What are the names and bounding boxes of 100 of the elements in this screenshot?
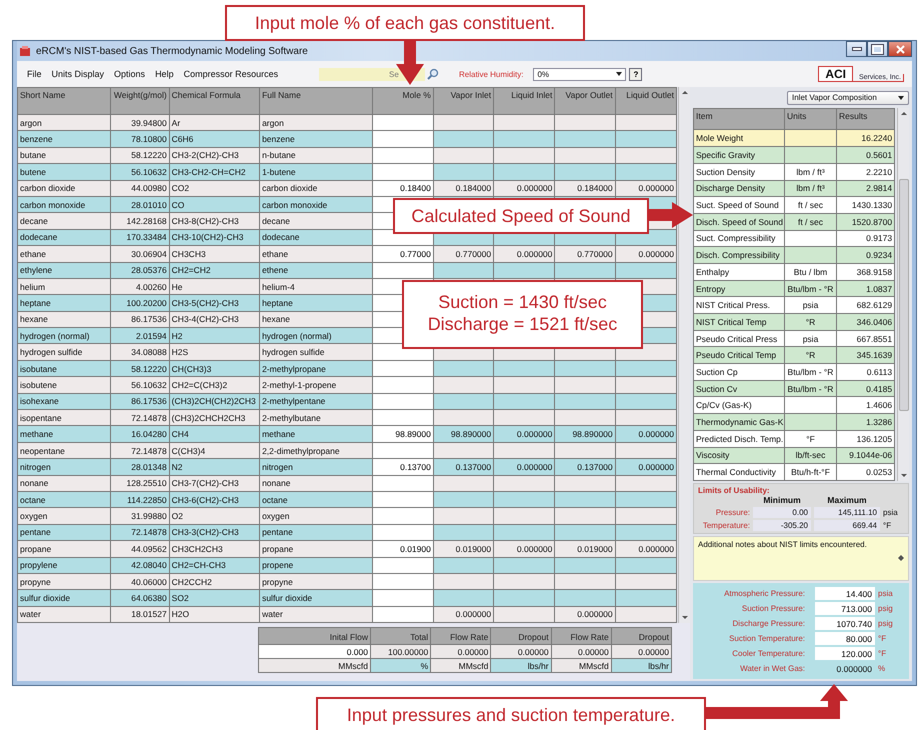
- table-cell: 2-methylbutane: [260, 410, 372, 426]
- table-cell: heptane: [18, 294, 111, 312]
- value-input[interactable]: 80.000: [815, 632, 875, 645]
- table-cell: 0.000000: [615, 180, 676, 196]
- humidity-dropdown[interactable]: 0%: [533, 68, 626, 80]
- table-cell: 2-methyl-1-propene: [260, 376, 372, 394]
- value-input[interactable]: 713.000: [815, 602, 875, 615]
- column-header[interactable]: Full Name: [260, 88, 372, 114]
- table-cell: MMscfd: [551, 658, 612, 672]
- table-cell: 0.000000: [494, 540, 555, 558]
- help-button[interactable]: ?: [629, 68, 642, 80]
- close-icon[interactable]: [896, 44, 904, 54]
- table-cell: 42.08040: [110, 557, 170, 574]
- table-cell: C6H6: [169, 130, 260, 148]
- field-label: Discharge Pressure:: [732, 619, 806, 628]
- notes-area[interactable]: Additional notes about NIST limits encountered.: [693, 536, 909, 581]
- table-cell: 0.5601: [836, 146, 895, 164]
- table-cell: 30.06904: [110, 246, 170, 262]
- table-cell: [784, 396, 836, 414]
- column-header[interactable]: Liquid Outlet: [615, 88, 676, 114]
- table-cell: Ar: [169, 114, 260, 131]
- value-input[interactable]: 14.400: [815, 587, 875, 600]
- column-header[interactable]: Results: [836, 108, 895, 130]
- column-header: Minimum: [763, 494, 802, 505]
- table-cell: 1430.1330: [836, 196, 895, 214]
- table-cell: 1-butene: [260, 164, 372, 180]
- table-cell: ft / sec: [784, 196, 836, 214]
- table-cell: 44.00980: [110, 180, 170, 196]
- column-header[interactable]: Vapor Outlet: [554, 88, 616, 114]
- column-header[interactable]: Chemical Formula: [169, 88, 260, 114]
- column-header[interactable]: Mole %: [372, 88, 434, 114]
- table-cell: nitrogen: [18, 458, 111, 476]
- close-button[interactable]: [888, 41, 912, 57]
- composition-dropdown[interactable]: Inlet Vapor Composition: [787, 90, 909, 105]
- search-icon[interactable]: [427, 68, 439, 80]
- table-cell: Btu/lbm - °R: [784, 280, 836, 297]
- table-cell: 56.10632: [110, 164, 170, 180]
- table-cell: 0.184000: [554, 180, 616, 196]
- table-cell: 0.000000: [494, 246, 555, 262]
- column-header[interactable]: Vapor Inlet: [433, 88, 494, 114]
- table-cell: 667.8551: [836, 330, 895, 347]
- table-cell: isohexane: [18, 393, 111, 410]
- table-cell: 18.01527: [110, 606, 170, 623]
- table-cell: isopentane: [18, 410, 111, 426]
- table-cell: Pseudo Critical Press: [694, 330, 784, 347]
- table-cell: 682.6129: [836, 296, 895, 314]
- menu-item[interactable]: Units Display: [52, 69, 104, 79]
- vertical-scrollbar[interactable]: [678, 87, 690, 623]
- menu-item[interactable]: Options: [114, 69, 146, 79]
- table-cell: hydrogen sulfide: [18, 344, 111, 360]
- table-cell: propane: [260, 540, 372, 558]
- value-input[interactable]: 120.000: [815, 647, 875, 660]
- column-header[interactable]: Liquid Inlet: [494, 88, 555, 114]
- table-cell: 0.6113: [836, 364, 895, 380]
- table-cell: octane: [260, 491, 372, 508]
- table-cell: 136.1205: [836, 430, 895, 448]
- column-header[interactable]: Short Name: [18, 88, 111, 114]
- table-cell: %: [370, 658, 431, 672]
- table-cell: pentane: [260, 524, 372, 541]
- table-cell: 0.000000: [554, 606, 616, 623]
- limit-value: 669.44: [814, 520, 880, 531]
- table-cell: CH2=C(CH3)2: [169, 376, 260, 394]
- menu-item[interactable]: Help: [155, 69, 174, 79]
- minimize-button[interactable]: [846, 41, 867, 57]
- value-readout: 0.000000: [836, 664, 873, 674]
- table-cell: 78.10800: [110, 130, 170, 148]
- maximize-button[interactable]: [867, 41, 888, 57]
- table-cell: hexane: [18, 311, 111, 328]
- table-cell: NIST Critical Press.: [694, 296, 784, 314]
- table-cell: 31.99880: [110, 508, 170, 524]
- unit-label: °F: [883, 520, 892, 530]
- logo-mark: ACI: [818, 66, 853, 82]
- table-cell: butane: [18, 147, 111, 164]
- table-cell: 9.1044e-06: [836, 447, 895, 464]
- column-header: Inital Flow: [258, 628, 370, 644]
- table-cell: hexane: [260, 311, 372, 328]
- table-cell: MMscfd: [258, 658, 370, 672]
- table-cell: 0.4185: [836, 380, 895, 397]
- menu-item[interactable]: Compressor Resources: [184, 69, 278, 79]
- column-header[interactable]: Item: [694, 108, 784, 130]
- table-cell: CH3-6(CH2)-CH3: [169, 491, 260, 508]
- column-header[interactable]: Weight(g/mol): [110, 88, 170, 114]
- table-cell: 2-methylpropane: [260, 360, 372, 377]
- table-cell: Mole Weight: [694, 130, 784, 147]
- table-cell: 28.01010: [110, 196, 170, 213]
- table-cell: °F: [784, 430, 836, 448]
- table-cell: 0.137000: [433, 458, 494, 476]
- column-header[interactable]: Units: [784, 108, 836, 130]
- table-cell: hydrogen (normal): [18, 328, 111, 344]
- table-cell: decane: [18, 212, 111, 230]
- table-cell: argon: [260, 114, 372, 131]
- table-cell: Btu/lbm - °R: [784, 380, 836, 397]
- table-cell: methane: [260, 426, 372, 442]
- menu-item[interactable]: File: [27, 69, 42, 79]
- value-input[interactable]: 1070.740: [815, 617, 875, 630]
- column-header: Maximum: [826, 494, 868, 505]
- callout-text: Suction = 1430 ft/sec: [438, 291, 607, 313]
- table-cell: 72.14878: [110, 442, 170, 459]
- vertical-scrollbar[interactable]: [897, 108, 909, 481]
- table-cell: Btu / lbm: [784, 263, 836, 280]
